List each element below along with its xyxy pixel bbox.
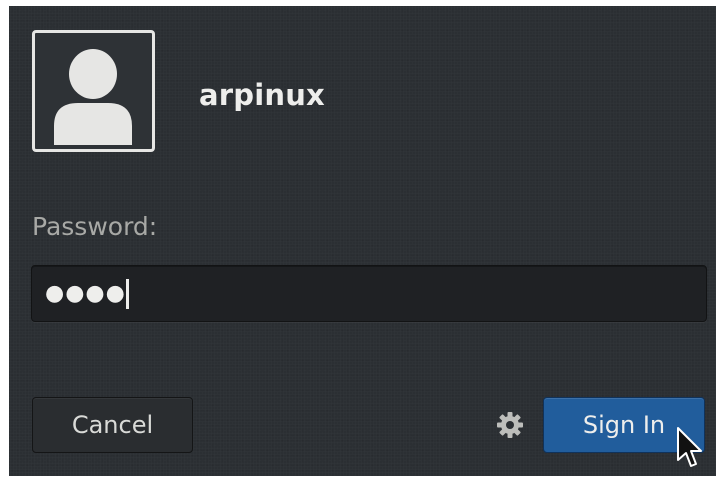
password-input[interactable]: ●●●● (31, 265, 707, 322)
login-panel: arpinux Password: ●●●● Cancel Sign In (9, 6, 716, 476)
gear-icon[interactable] (496, 411, 524, 439)
user-silhouette-icon (54, 49, 132, 145)
text-caret (126, 279, 129, 309)
user-avatar (32, 30, 155, 152)
password-label: Password: (32, 212, 158, 241)
mouse-pointer-icon (677, 427, 702, 467)
username-label: arpinux (199, 78, 325, 112)
cancel-button[interactable]: Cancel (32, 397, 193, 453)
password-masked-value: ●●●● (45, 281, 126, 306)
